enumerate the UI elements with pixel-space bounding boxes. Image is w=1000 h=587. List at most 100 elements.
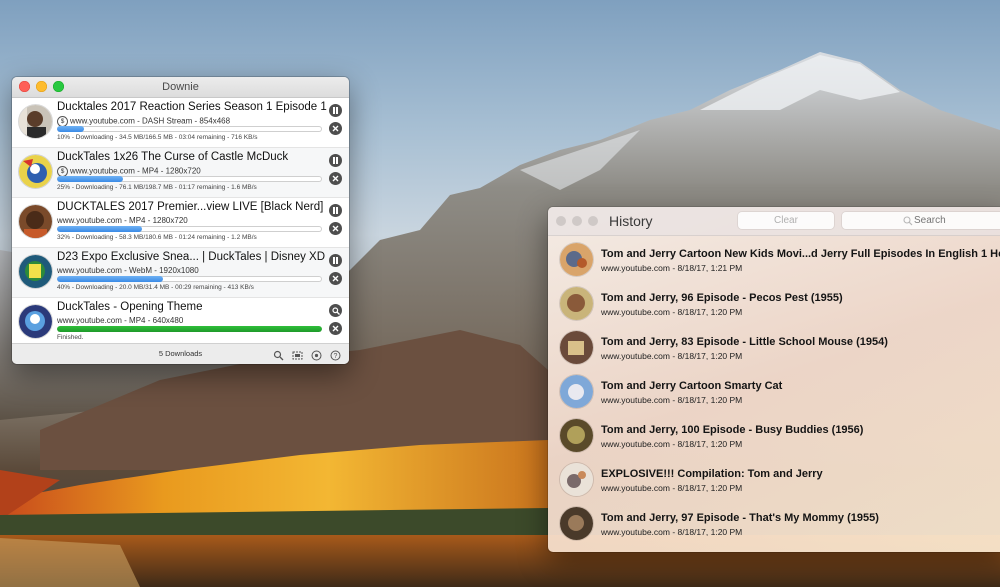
history-item[interactable]: Tom and Jerry Cartoon Smarty Cat www.you… bbox=[548, 368, 1000, 412]
download-source-text: www.youtube.com - DASH Stream - 854x468 bbox=[70, 116, 231, 126]
download-progress-bar bbox=[57, 326, 322, 332]
history-item-title: Tom and Jerry, 100 Episode - Busy Buddie… bbox=[601, 424, 864, 436]
download-status: 40% - Downloading - 20.0 MB/31.4 MB - 00… bbox=[57, 284, 254, 291]
video-thumbnail bbox=[19, 305, 52, 338]
download-progress-bar bbox=[57, 176, 322, 182]
downie-footer: 5 Downloads ? bbox=[12, 343, 349, 364]
download-title: Ducktales 2017 Reaction Series Season 1 … bbox=[57, 101, 327, 113]
video-thumbnail bbox=[560, 463, 593, 496]
history-title: History bbox=[609, 213, 653, 229]
history-item[interactable]: Tom and Jerry, 96 Episode - Pecos Pest (… bbox=[548, 280, 1000, 324]
download-status: 32% - Downloading - 58.3 MB/180.6 MB - 0… bbox=[57, 234, 257, 241]
download-item[interactable]: Ducktales 2017 Reaction Series Season 1 … bbox=[12, 98, 349, 148]
video-thumbnail bbox=[560, 507, 593, 540]
history-item-meta: www.youtube.com - 8/18/17, 1:20 PM bbox=[601, 439, 743, 449]
close-icon bbox=[332, 325, 339, 332]
cancel-download-button[interactable] bbox=[329, 172, 342, 185]
window-controls bbox=[19, 81, 64, 92]
magnifier-icon bbox=[331, 306, 340, 315]
download-source: www.youtube.com - MP4 - 640x480 bbox=[57, 316, 184, 325]
history-item-meta: www.youtube.com - 8/18/17, 1:20 PM bbox=[601, 307, 743, 317]
video-thumbnail bbox=[560, 375, 593, 408]
download-item[interactable]: DuckTales - Opening Theme www.youtube.co… bbox=[12, 298, 349, 347]
close-icon bbox=[332, 275, 339, 282]
close-window-button[interactable] bbox=[556, 216, 566, 226]
download-list: Ducktales 2017 Reaction Series Season 1 … bbox=[12, 98, 349, 347]
pause-icon bbox=[333, 157, 338, 164]
video-thumbnail bbox=[19, 255, 52, 288]
download-title: DuckTales 1x26 The Curse of Castle McDuc… bbox=[57, 151, 289, 163]
cancel-download-button[interactable] bbox=[329, 122, 342, 135]
cancel-download-button[interactable] bbox=[329, 222, 342, 235]
pause-icon bbox=[333, 257, 338, 264]
minimize-window-button[interactable] bbox=[36, 81, 47, 92]
history-item-title: Tom and Jerry, 83 Episode - Little Schoo… bbox=[601, 336, 888, 348]
zoom-window-button[interactable] bbox=[588, 216, 598, 226]
pause-button[interactable] bbox=[329, 254, 342, 267]
cancel-download-button[interactable] bbox=[329, 272, 342, 285]
download-status: 25% - Downloading - 76.1 MB/198.7 MB - 0… bbox=[57, 184, 257, 191]
screen-capture-icon[interactable] bbox=[292, 348, 303, 360]
download-progress-bar bbox=[57, 276, 322, 282]
history-list: Tom and Jerry Cartoon New Kids Movi...d … bbox=[548, 236, 1000, 544]
download-source: www.youtube.com - MP4 - 1280x720 bbox=[57, 216, 188, 225]
video-thumbnail bbox=[560, 331, 593, 364]
history-window: History Clear Tom and Jerry Cartoon New … bbox=[548, 207, 1000, 552]
history-item-meta: www.youtube.com - 8/18/17, 1:20 PM bbox=[601, 483, 743, 493]
video-thumbnail bbox=[560, 243, 593, 276]
history-item-title: Tom and Jerry, 97 Episode - That's My Mo… bbox=[601, 512, 879, 524]
history-item-meta: www.youtube.com - 8/18/17, 1:20 PM bbox=[601, 351, 743, 361]
history-item-title: Tom and Jerry, 96 Episode - Pecos Pest (… bbox=[601, 292, 843, 304]
close-icon bbox=[332, 125, 339, 132]
downie-window: Downie Ducktales 2017 Reaction Series Se… bbox=[12, 77, 349, 364]
video-thumbnail bbox=[560, 419, 593, 452]
download-item[interactable]: D23 Expo Exclusive Snea... | DuckTales |… bbox=[12, 248, 349, 298]
history-item-title: Tom and Jerry Cartoon New Kids Movi...d … bbox=[601, 248, 1000, 260]
history-item[interactable]: Tom and Jerry Cartoon New Kids Movi...d … bbox=[548, 236, 1000, 280]
history-titlebar[interactable]: History Clear bbox=[548, 207, 1000, 236]
history-item[interactable]: Tom and Jerry, 100 Episode - Busy Buddie… bbox=[548, 412, 1000, 456]
download-progress-bar bbox=[57, 126, 322, 132]
remove-download-button[interactable] bbox=[329, 322, 342, 335]
video-thumbnail bbox=[560, 287, 593, 320]
pause-icon bbox=[333, 107, 338, 114]
pause-button[interactable] bbox=[329, 104, 342, 117]
video-thumbnail bbox=[19, 105, 52, 138]
show-in-finder-button[interactable] bbox=[329, 304, 342, 317]
settings-icon[interactable] bbox=[311, 348, 322, 361]
history-item-meta: www.youtube.com - 8/18/17, 1:21 PM bbox=[601, 263, 743, 273]
download-status: 10% - Downloading - 34.5 MB/166.5 MB - 0… bbox=[57, 134, 258, 141]
pause-icon bbox=[333, 207, 338, 214]
svg-text:?: ? bbox=[334, 353, 338, 360]
download-item[interactable]: DuckTales 1x26 The Curse of Castle McDuc… bbox=[12, 148, 349, 198]
footer-toolbar: ? bbox=[273, 348, 341, 361]
history-item-meta: www.youtube.com - 8/18/17, 1:20 PM bbox=[601, 395, 743, 405]
download-item[interactable]: DUCKTALES 2017 Premier...view LIVE [Blac… bbox=[12, 198, 349, 248]
zoom-window-button[interactable] bbox=[53, 81, 64, 92]
pause-button[interactable] bbox=[329, 204, 342, 217]
pause-button[interactable] bbox=[329, 154, 342, 167]
download-title: DUCKTALES 2017 Premier...view LIVE [Blac… bbox=[57, 201, 324, 213]
video-thumbnail bbox=[19, 205, 52, 238]
history-item[interactable]: Tom and Jerry, 97 Episode - That's My Mo… bbox=[548, 500, 1000, 544]
download-source-text: www.youtube.com - MP4 - 1280x720 bbox=[70, 166, 201, 176]
clear-history-button[interactable]: Clear bbox=[738, 212, 834, 229]
history-item-title: Tom and Jerry Cartoon Smarty Cat bbox=[601, 380, 783, 392]
history-search-input[interactable] bbox=[842, 212, 1000, 229]
close-icon bbox=[332, 225, 339, 232]
minimize-window-button[interactable] bbox=[572, 216, 582, 226]
download-progress-bar bbox=[57, 226, 322, 232]
history-item-title: EXPLOSIVE!!! Compilation: Tom and Jerry bbox=[601, 468, 823, 480]
help-icon[interactable]: ? bbox=[330, 348, 341, 361]
history-item-meta: www.youtube.com - 8/18/17, 1:20 PM bbox=[601, 527, 743, 537]
history-item[interactable]: EXPLOSIVE!!! Compilation: Tom and Jerry … bbox=[548, 456, 1000, 500]
download-status: Finished. bbox=[57, 334, 84, 341]
download-title: D23 Expo Exclusive Snea... | DuckTales |… bbox=[57, 251, 326, 263]
history-item[interactable]: Tom and Jerry, 83 Episode - Little Schoo… bbox=[548, 324, 1000, 368]
search-icon[interactable] bbox=[273, 348, 284, 361]
window-title: Downie bbox=[162, 81, 199, 93]
downie-titlebar[interactable]: Downie bbox=[12, 77, 349, 98]
video-thumbnail bbox=[19, 155, 52, 188]
close-window-button[interactable] bbox=[19, 81, 30, 92]
download-source: www.youtube.com - WebM - 1920x1080 bbox=[57, 266, 199, 275]
